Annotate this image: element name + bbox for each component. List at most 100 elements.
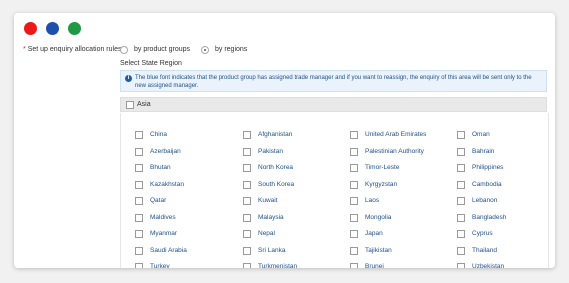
minimize-window-button[interactable] <box>46 22 59 35</box>
country-checkbox[interactable] <box>350 181 358 189</box>
radio-circle-icon[interactable] <box>120 46 128 54</box>
country-option[interactable]: Tajikistan <box>350 246 392 256</box>
country-checkbox[interactable] <box>457 131 465 139</box>
country-option[interactable]: Kyrgyzstan <box>350 180 397 190</box>
country-option[interactable]: Mongolia <box>350 213 391 223</box>
country-checkbox[interactable] <box>350 247 358 255</box>
country-option[interactable]: Lebanon <box>457 196 497 206</box>
country-checkbox[interactable] <box>457 148 465 156</box>
country-checkbox[interactable] <box>135 247 143 255</box>
country-checkbox[interactable] <box>243 164 251 172</box>
country-name: Turkmenistan <box>258 263 298 268</box>
country-option[interactable]: Qatar <box>135 196 166 206</box>
country-option[interactable]: Sri Lanka <box>243 246 285 256</box>
country-checkbox[interactable] <box>243 148 251 156</box>
country-option[interactable]: Pakistan <box>243 147 283 157</box>
app-window: * Set up enquiry allocation rules by pro… <box>14 13 555 268</box>
country-name: Turkey <box>150 263 170 268</box>
country-checkbox[interactable] <box>350 164 358 172</box>
country-option[interactable]: Timor-Leste <box>350 163 399 173</box>
country-checkbox[interactable] <box>135 181 143 189</box>
country-name: Kuwait <box>258 197 278 204</box>
country-option[interactable]: Philippines <box>457 163 503 173</box>
maximize-window-button[interactable] <box>68 22 81 35</box>
country-option[interactable]: Turkmenistan <box>243 262 297 268</box>
country-checkbox[interactable] <box>457 263 465 268</box>
country-checkbox[interactable] <box>135 197 143 205</box>
country-checkbox[interactable] <box>457 214 465 222</box>
country-option[interactable]: Nepal <box>243 229 275 239</box>
country-checkbox[interactable] <box>135 148 143 156</box>
country-option[interactable]: Myanmar <box>135 229 177 239</box>
country-checkbox[interactable] <box>457 247 465 255</box>
country-option[interactable]: Afghanistan <box>243 130 292 140</box>
country-option[interactable]: Uzbekistan <box>457 262 504 268</box>
country-option[interactable]: Laos <box>350 196 379 206</box>
country-checkbox[interactable] <box>457 230 465 238</box>
country-checkbox[interactable] <box>243 181 251 189</box>
country-checkbox[interactable] <box>350 197 358 205</box>
country-checkbox[interactable] <box>350 148 358 156</box>
country-checkbox[interactable] <box>243 247 251 255</box>
country-checkbox[interactable] <box>350 131 358 139</box>
region-name: Asia <box>137 101 151 108</box>
country-checkbox[interactable] <box>350 263 358 268</box>
country-option[interactable]: Brunei <box>350 262 384 268</box>
country-checkbox[interactable] <box>135 214 143 222</box>
country-checkbox[interactable] <box>243 230 251 238</box>
country-name: Azerbaijan <box>150 148 181 155</box>
country-checkbox[interactable] <box>135 230 143 238</box>
country-checkbox[interactable] <box>350 230 358 238</box>
country-option[interactable]: Bahrain <box>457 147 494 157</box>
country-option[interactable]: Azerbaijan <box>135 147 181 157</box>
country-option[interactable]: United Arab Emirates <box>350 130 426 140</box>
radio-by-regions[interactable]: by regions <box>201 44 247 56</box>
country-option[interactable]: Cyprus <box>457 229 493 239</box>
country-name: Pakistan <box>258 148 283 155</box>
country-checkbox[interactable] <box>457 164 465 172</box>
country-option[interactable]: Maldives <box>135 213 176 223</box>
country-option[interactable]: Japan <box>350 229 383 239</box>
country-option[interactable]: Cambodia <box>457 180 502 190</box>
country-checkbox[interactable] <box>243 214 251 222</box>
radio-label: by regions <box>215 46 248 53</box>
country-option[interactable]: Kazakhstan <box>135 180 184 190</box>
country-checkbox[interactable] <box>135 131 143 139</box>
country-name: Bahrain <box>472 148 495 155</box>
country-name: Qatar <box>150 197 167 204</box>
close-window-button[interactable] <box>24 22 37 35</box>
country-checkbox[interactable] <box>457 181 465 189</box>
country-option[interactable]: Thailand <box>457 246 497 256</box>
country-name: Nepal <box>258 230 275 237</box>
country-grid: China Afghanistan United Arab Emirates Oman… <box>120 113 549 268</box>
country-option[interactable]: Bhutan <box>135 163 171 173</box>
country-checkbox[interactable] <box>350 214 358 222</box>
country-name: Sri Lanka <box>258 247 286 254</box>
country-option[interactable]: Palestinian Authority <box>350 147 424 157</box>
country-option[interactable]: China <box>135 130 167 140</box>
country-option[interactable]: North Korea <box>243 163 293 173</box>
radio-circle-checked-icon[interactable] <box>201 46 209 54</box>
country-checkbox[interactable] <box>243 131 251 139</box>
allocation-rule-text: Set up enquiry allocation rules <box>27 46 122 53</box>
country-name: North Korea <box>258 164 294 171</box>
country-checkbox[interactable] <box>243 263 251 268</box>
country-checkbox[interactable] <box>243 197 251 205</box>
allocation-rule-label: * Set up enquiry allocation rules <box>23 44 121 56</box>
country-option[interactable]: Turkey <box>135 262 170 268</box>
country-checkbox[interactable] <box>135 263 143 268</box>
country-option[interactable]: Kuwait <box>243 196 278 206</box>
country-name: Laos <box>365 197 380 204</box>
region-header-asia[interactable]: Asia <box>120 97 547 112</box>
country-checkbox[interactable] <box>135 164 143 172</box>
country-checkbox[interactable] <box>457 197 465 205</box>
country-option[interactable]: Malaysia <box>243 213 284 223</box>
country-name: Thailand <box>472 247 497 254</box>
country-option[interactable]: Bangladesh <box>457 213 506 223</box>
radio-by-product-groups[interactable]: by product groups <box>120 44 190 56</box>
info-icon: i <box>125 75 132 82</box>
region-checkbox[interactable] <box>126 100 134 109</box>
country-option[interactable]: Oman <box>457 130 490 140</box>
country-option[interactable]: Saudi Arabia <box>135 246 187 256</box>
country-option[interactable]: South Korea <box>243 180 294 190</box>
